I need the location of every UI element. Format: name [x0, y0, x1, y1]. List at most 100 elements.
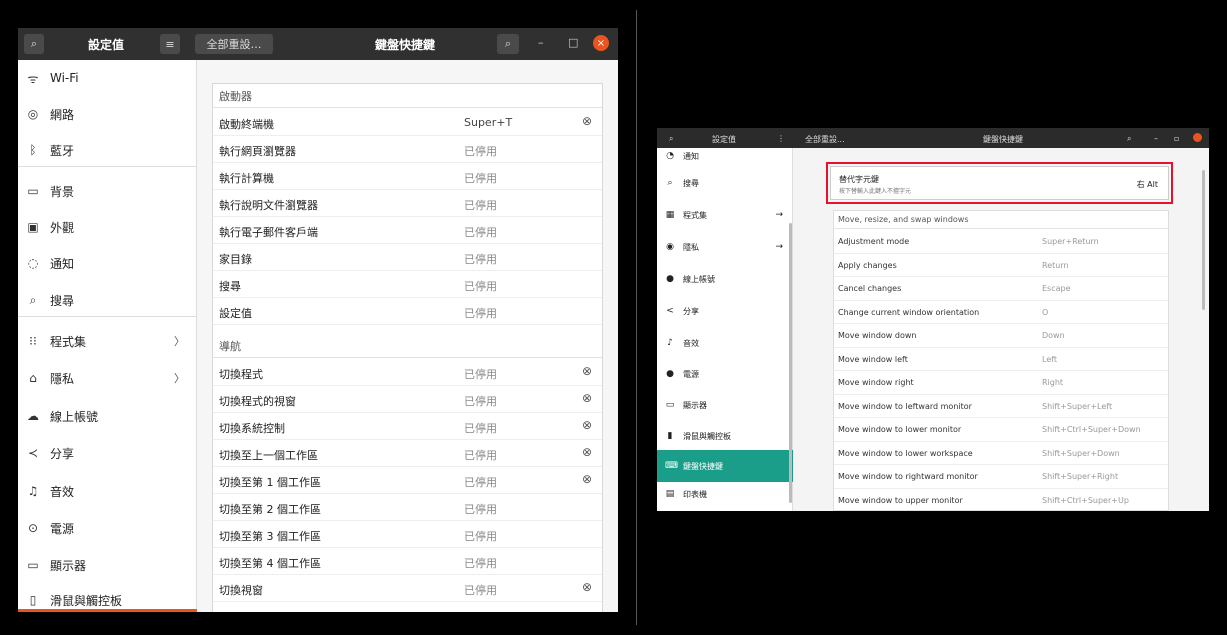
shortcut-row[interactable]: 家目錄 已停用	[213, 244, 602, 271]
reset-icon[interactable]: ⊗	[582, 472, 592, 486]
shortcut-accel: 已停用	[464, 530, 497, 543]
sidebar-item-3[interactable]: ◉ 隱私 →	[657, 231, 793, 263]
shortcuts-content: 啟動器 啟動終端機 Super+T ⊗ 執行網頁瀏覽器 已停用 執行計算機 已停用 執行說明文件…	[197, 60, 618, 612]
shortcut-row[interactable]: 切換程式的視窗 已停用 ⊗	[213, 386, 602, 413]
shortcut-name: 執行說明文件瀏覽器	[219, 199, 318, 212]
reset-icon[interactable]: ⊗	[582, 364, 592, 378]
sidebar-item-11[interactable]: ▤ 印表機	[657, 478, 793, 510]
shortcut-accel: 已停用	[464, 449, 497, 462]
bell-icon: ◌	[27, 256, 39, 270]
shortcut-row[interactable]: 執行說明文件瀏覽器 已停用	[213, 190, 602, 217]
shortcut-row[interactable]: 設定值 已停用	[213, 298, 602, 325]
reset-all-button[interactable]: 全部重設...	[805, 134, 845, 145]
display-icon: ▭	[27, 558, 39, 572]
sidebar-item-8[interactable]: ▭ 顯示器	[657, 389, 793, 421]
sidebar-item-5[interactable]: < 分享	[657, 295, 793, 327]
minimize-button[interactable]: –	[1154, 134, 1158, 143]
shortcut-row[interactable]: 執行電子郵件客戶端 已停用	[213, 217, 602, 244]
share-icon: <	[666, 306, 674, 316]
sidebar-item-4[interactable]: ▣ 外觀	[18, 209, 197, 245]
sidebar-item-12[interactable]: ⊙ 電源	[18, 510, 197, 546]
shortcut-row[interactable]: 執行計算機 已停用	[213, 163, 602, 190]
sidebar-item-0[interactable]: ◔ 通知	[657, 140, 793, 172]
shortcut-row[interactable]: Apply changes Return	[834, 254, 1168, 277]
shortcut-accel: 已停用	[464, 145, 497, 158]
reset-all-button[interactable]: 全部重設…	[195, 34, 273, 54]
reset-icon[interactable]: ⊗	[582, 391, 592, 405]
shortcut-row[interactable]: 切換至第 2 個工作區 已停用	[213, 494, 602, 521]
sidebar-item-5[interactable]: ◌ 通知	[18, 245, 197, 281]
shortcut-accel: 已停用	[464, 584, 497, 597]
shortcut-row[interactable]: Adjustment mode Super+Return	[834, 230, 1168, 254]
reset-icon[interactable]: ⊗	[582, 445, 592, 459]
content-scrollbar[interactable]	[1202, 170, 1205, 310]
sidebar-item-7[interactable]: ⁝⁝ 程式集 〉	[18, 323, 197, 359]
sidebar-item-9[interactable]: ▮ 滑鼠與觸控板	[657, 420, 793, 452]
shortcut-row[interactable]: 啟動終端機 Super+T ⊗	[213, 109, 602, 136]
shortcut-row[interactable]: 切換至上一個工作區 已停用 ⊗	[213, 440, 602, 467]
menu-button[interactable]: ≡	[160, 34, 180, 54]
sidebar-item-7[interactable]: ● 電源	[657, 358, 793, 390]
shortcut-accel: 已停用	[464, 476, 497, 489]
sidebar-item-4[interactable]: ● 線上帳號	[657, 263, 793, 295]
shortcuts-content: 替代字元鍵 按下替輸入此鍵入不擅字元 右 Alt Move, resize, a…	[793, 148, 1209, 511]
close-button[interactable]: ×	[593, 35, 609, 51]
shortcut-row[interactable]: 執行網頁瀏覽器 已停用	[213, 136, 602, 163]
reset-icon[interactable]: ⊗	[582, 114, 592, 128]
sidebar-item-8[interactable]: ⌂ 隱私 〉	[18, 360, 197, 396]
sidebar-scroll-indicator	[18, 609, 197, 612]
shortcut-accel: Return	[1042, 260, 1069, 270]
sidebar-item-6[interactable]: ♪ 音效	[657, 327, 793, 359]
shortcut-row[interactable]: Move window down Down	[834, 324, 1168, 348]
shortcut-row[interactable]: Move window to upper monitor Shift+Ctrl+S…	[834, 489, 1168, 512]
search-button[interactable]: ⌕	[24, 34, 44, 54]
reset-icon[interactable]: ⊗	[582, 418, 592, 432]
shortcut-row[interactable]: Move window to lower monitor Shift+Ctrl+S…	[834, 418, 1168, 442]
shortcut-row[interactable]: Move window to rightward monitor Shift+Su…	[834, 465, 1168, 489]
shortcut-row[interactable]: Move window to leftward monitor Shift+Sup…	[834, 395, 1168, 418]
sidebar-item-1[interactable]: ◎ 網路	[18, 96, 197, 132]
sidebar-item-6[interactable]: ⌕ 搜尋	[18, 282, 197, 318]
close-icon: ×	[596, 37, 606, 49]
sidebar-item-10[interactable]: ≺ 分享	[18, 435, 197, 471]
cloud-icon: ●	[666, 274, 674, 284]
shortcut-row[interactable]: 切換視窗 已停用 ⊗	[213, 575, 602, 602]
shortcut-name: 切換至第 2 個工作區	[219, 503, 321, 516]
sidebar-scrollbar[interactable]	[789, 223, 792, 503]
shortcut-row[interactable]: Move window left Left	[834, 348, 1168, 371]
sidebar-item-2[interactable]: ▦ 程式集 →	[657, 199, 793, 231]
maximize-button[interactable]: ▫	[1174, 134, 1179, 143]
shortcut-row[interactable]: 搜尋 已停用	[213, 271, 602, 298]
sidebar-item-11[interactable]: ♫ 音效	[18, 473, 197, 509]
shortcut-row[interactable]: 切換系統控制 已停用 ⊗	[213, 413, 602, 440]
settings-sidebar: ▮可移除式媒體▤印表機⌨鍵盤快捷鍵▮滑鼠與觸控板▭顯示器●電源♪音效<分享●線上…	[657, 148, 793, 511]
sidebar-item-2[interactable]: ᛒ 藍牙	[18, 132, 197, 168]
shortcut-name: 啟動終端機	[219, 118, 274, 131]
shortcut-name: 家目錄	[219, 253, 252, 266]
sidebar-separator	[18, 166, 197, 167]
sidebar-item-14[interactable]: ▯ 滑鼠與觸控板	[18, 582, 197, 612]
sidebar-item-13[interactable]: ▭ 顯示器	[18, 547, 197, 583]
shortcut-row[interactable]: Change current window orientation O	[834, 301, 1168, 324]
reset-icon[interactable]: ⊗	[582, 580, 592, 594]
shortcut-row[interactable]: 切換至第 4 個工作區 已停用	[213, 548, 602, 575]
shortcut-accel: 已停用	[464, 368, 497, 381]
close-button[interactable]	[1193, 133, 1202, 142]
shortcut-row[interactable]: Move window right Right	[834, 371, 1168, 395]
shortcut-row[interactable]: 切換至第 3 個工作區 已停用	[213, 521, 602, 548]
sidebar-separator	[18, 316, 197, 317]
titlebar: ⌕ 設定值 ≡ 全部重設… 鍵盤快捷鍵 ⌕ – □ ×	[18, 28, 618, 60]
minimize-button[interactable]: –	[538, 36, 544, 49]
sidebar-item-3[interactable]: ▭ 背景	[18, 173, 197, 209]
sidebar-item-9[interactable]: ☁ 線上帳號	[18, 398, 197, 434]
shortcut-accel: Shift+Ctrl+Super+Up	[1042, 495, 1129, 505]
shortcut-row[interactable]: 切換至第 1 個工作區 已停用 ⊗	[213, 467, 602, 494]
sidebar-item-0[interactable]: ᯤ Wi-Fi	[18, 60, 197, 96]
maximize-button[interactable]: □	[568, 36, 578, 49]
search-icon[interactable]: ⌕	[1127, 134, 1131, 144]
shortcut-row[interactable]: Move window to lower workspace Shift+Supe…	[834, 442, 1168, 465]
search-shortcuts-button[interactable]: ⌕	[497, 34, 519, 54]
shortcut-row[interactable]: Cancel changes Escape	[834, 277, 1168, 301]
sidebar-item-10[interactable]: ⌨ 鍵盤快捷鍵	[657, 450, 793, 482]
shortcut-row[interactable]: 切換程式 已停用 ⊗	[213, 359, 602, 386]
